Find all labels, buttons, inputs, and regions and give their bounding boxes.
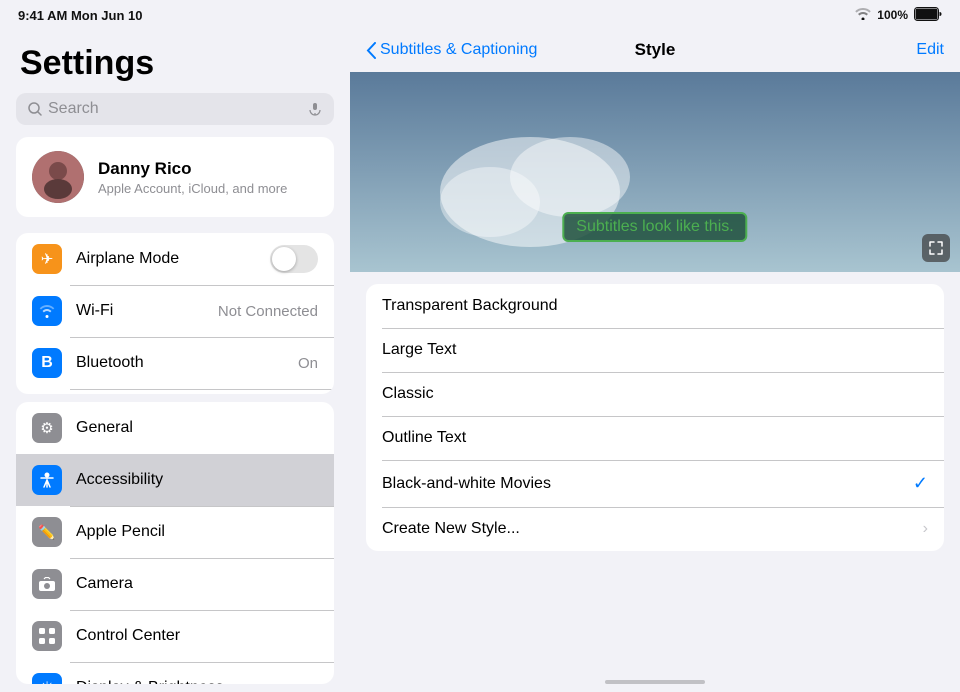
mic-icon: [308, 102, 322, 116]
style-item-large-text[interactable]: Large Text: [366, 328, 944, 372]
bottom-bar: [350, 672, 960, 692]
style-item-classic[interactable]: Classic: [366, 372, 944, 416]
display-label: Display & Brightness: [76, 679, 318, 684]
preview-area: Subtitles look like this.: [350, 72, 960, 272]
status-bar: 9:41 AM Mon Jun 10 100%: [0, 0, 960, 28]
status-icons: 100%: [855, 7, 942, 24]
bluetooth-icon-box: B: [32, 348, 62, 378]
style-list: Transparent Background Large Text Classi…: [350, 272, 960, 672]
sidebar-item-display[interactable]: ☀ Display & Brightness: [16, 662, 334, 684]
display-icon: ☀: [40, 678, 54, 684]
search-icon: [28, 102, 42, 116]
user-info: Danny Rico Apple Account, iCloud, and mo…: [98, 159, 287, 196]
expand-icon: [929, 241, 943, 255]
bluetooth-value: On: [298, 355, 318, 372]
right-panel: Subtitles & Captioning Style Edit: [350, 28, 960, 692]
camera-label: Camera: [76, 575, 318, 593]
back-label: Subtitles & Captioning: [380, 41, 537, 59]
chevron-right-icon: ›: [923, 520, 928, 538]
style-group: Transparent Background Large Text Classi…: [366, 284, 944, 551]
camera-icon: [38, 577, 56, 592]
general-icon: ⚙: [40, 419, 53, 437]
home-indicator: [605, 680, 705, 684]
settings-group-connectivity: ✈ Airplane Mode Wi-Fi Not Connected: [16, 233, 334, 394]
main-container: Settings Dann: [0, 0, 960, 692]
airplane-toggle[interactable]: [270, 245, 318, 273]
airplane-icon-box: ✈: [32, 244, 62, 274]
battery-icon: [914, 7, 942, 24]
sidebar-item-wifi[interactable]: Wi-Fi Not Connected: [16, 285, 334, 337]
general-label: General: [76, 419, 318, 437]
user-profile[interactable]: Danny Rico Apple Account, iCloud, and mo…: [16, 137, 334, 217]
sidebar-title: Settings: [0, 28, 350, 93]
style-item-transparent-bg[interactable]: Transparent Background: [366, 284, 944, 328]
style-item-outline-text[interactable]: Outline Text: [366, 416, 944, 460]
style-item-bw-movies[interactable]: Black-and-white Movies ✓: [366, 460, 944, 507]
style-item-label: Black-and-white Movies: [382, 475, 913, 493]
nav-back-button[interactable]: Subtitles & Captioning: [366, 41, 537, 59]
accessibility-icon-box: [32, 465, 62, 495]
bluetooth-label: Bluetooth: [76, 354, 284, 372]
style-item-label: Transparent Background: [382, 297, 928, 315]
sidebar-item-bluetooth[interactable]: B Bluetooth On: [16, 337, 334, 389]
pencil-icon: ✏️: [38, 524, 55, 541]
style-item-create-new[interactable]: Create New Style... ›: [366, 507, 944, 551]
bluetooth-icon: B: [41, 354, 53, 372]
airplane-icon: ✈: [41, 250, 54, 268]
style-item-label: Outline Text: [382, 429, 928, 447]
sidebar-item-battery[interactable]: 🔋 Battery: [16, 389, 334, 394]
settings-group-main: ⚙ General Accessibility ✏️ Apple Pencil: [16, 402, 334, 684]
back-chevron-icon: [366, 42, 376, 59]
checkmark-icon: ✓: [913, 473, 928, 494]
wifi-icon-box: [32, 296, 62, 326]
camera-icon-box: [32, 569, 62, 599]
sidebar-item-control-center[interactable]: Control Center: [16, 610, 334, 662]
search-bar[interactable]: [16, 93, 334, 125]
edit-button[interactable]: Edit: [916, 41, 944, 59]
wifi-label: Wi-Fi: [76, 302, 204, 320]
expand-button[interactable]: [922, 234, 950, 262]
wifi-status-icon: [855, 8, 871, 23]
subtitle-text: Subtitles look like this.: [576, 218, 733, 235]
accessibility-label: Accessibility: [76, 471, 318, 489]
pencil-icon-box: ✏️: [32, 517, 62, 547]
style-item-label: Large Text: [382, 341, 928, 359]
apple-pencil-label: Apple Pencil: [76, 523, 318, 541]
nav-bar: Subtitles & Captioning Style Edit: [350, 28, 960, 72]
sidebar-item-general[interactable]: ⚙ General: [16, 402, 334, 454]
toggle-knob: [272, 247, 296, 271]
wifi-value: Not Connected: [218, 303, 318, 320]
sidebar: Settings Dann: [0, 28, 350, 692]
subtitle-overlay: Subtitles look like this.: [562, 212, 747, 242]
battery-status: 100%: [877, 8, 908, 22]
style-item-label: Create New Style...: [382, 520, 923, 538]
sidebar-item-apple-pencil[interactable]: ✏️ Apple Pencil: [16, 506, 334, 558]
sky-background: [350, 72, 960, 272]
nav-title: Style: [635, 40, 676, 60]
wifi-icon: [38, 304, 56, 318]
status-time: 9:41 AM Mon Jun 10: [18, 8, 142, 23]
control-center-icon: [38, 627, 56, 645]
sidebar-item-airplane[interactable]: ✈ Airplane Mode: [16, 233, 334, 285]
style-item-label: Classic: [382, 385, 928, 403]
accessibility-icon: [38, 471, 56, 489]
control-center-label: Control Center: [76, 627, 318, 645]
airplane-label: Airplane Mode: [76, 250, 256, 268]
general-icon-box: ⚙: [32, 413, 62, 443]
search-input[interactable]: [48, 100, 302, 118]
user-name: Danny Rico: [98, 159, 287, 179]
avatar: [32, 151, 84, 203]
user-subtitle: Apple Account, iCloud, and more: [98, 181, 287, 196]
display-icon-box: ☀: [32, 673, 62, 684]
sidebar-item-camera[interactable]: Camera: [16, 558, 334, 610]
sidebar-item-accessibility[interactable]: Accessibility: [16, 454, 334, 506]
control-center-icon-box: [32, 621, 62, 651]
